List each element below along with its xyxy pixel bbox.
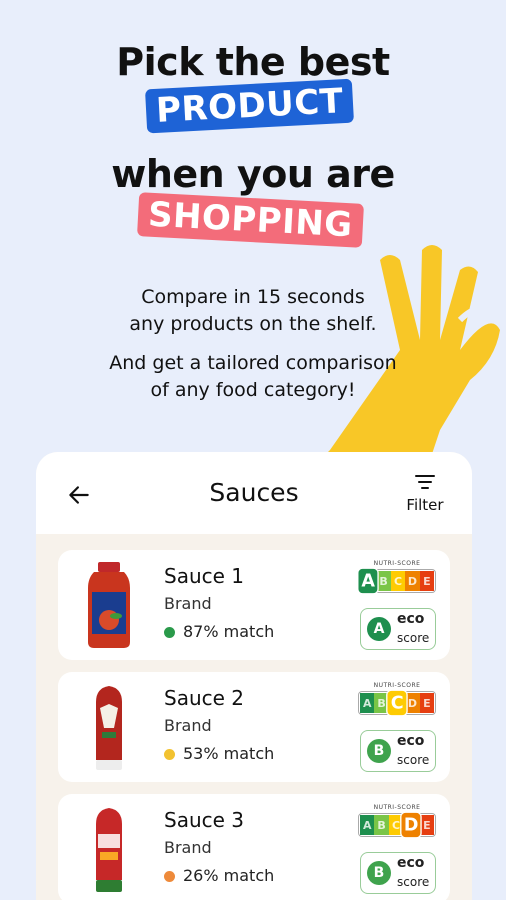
product-brand: Brand: [164, 838, 212, 857]
eco-grade: A: [367, 617, 391, 641]
card-header: Sauces Filter: [36, 452, 472, 534]
hero-sub-2: any products on the shelf.: [129, 313, 377, 335]
filter-label: Filter: [406, 496, 444, 514]
product-row[interactable]: Sauce 3 Brand 26% match NUTRI-SCORE A B …: [58, 794, 450, 900]
hero-line-2: when you are: [111, 152, 395, 196]
nutri-letter-b: B: [374, 815, 389, 835]
match-text: 26% match: [183, 866, 275, 885]
hero-sub-4: of any food category!: [150, 379, 356, 401]
match-score: 87% match: [164, 622, 274, 641]
eco-label-score: score: [397, 753, 430, 767]
eco-score: B eco score: [360, 852, 436, 894]
nutri-score: NUTRI-SCORE A B C D E: [357, 560, 436, 596]
product-brand: Brand: [164, 594, 212, 613]
match-text: 87% match: [183, 622, 275, 641]
hero-line-1: Pick the best: [116, 40, 390, 84]
product-name: Sauce 1: [164, 564, 245, 588]
nutri-letter-c: C: [390, 571, 406, 591]
nutri-letter-a: A: [357, 567, 380, 595]
nutri-letter-d: D: [405, 571, 420, 591]
product-row[interactable]: Sauce 1 Brand 87% match NUTRI-SCORE A B …: [58, 550, 450, 660]
eco-label: eco: [397, 611, 425, 627]
match-text: 53% match: [183, 744, 275, 763]
product-name: Sauce 2: [164, 686, 245, 710]
eco-score: B eco score: [360, 730, 436, 772]
eco-grade: B: [367, 861, 391, 885]
match-dot: [164, 749, 175, 760]
sauces-card: Sauces Filter Sauce 1 Brand 87% match NU…: [36, 452, 472, 900]
product-brand: Brand: [164, 716, 212, 735]
nutri-letter-e: E: [419, 571, 435, 591]
nutri-score: NUTRI-SCORE A B C D E: [358, 682, 436, 718]
nutri-score-label: NUTRI-SCORE: [373, 682, 421, 689]
nutri-score-label: NUTRI-SCORE: [373, 560, 421, 567]
match-dot: [164, 627, 175, 638]
nutri-letter-e: E: [419, 815, 435, 835]
hero-sub-3: And get a tailored comparison: [109, 352, 397, 374]
nutri-letter-e: E: [419, 693, 435, 713]
filter-button[interactable]: Filter: [400, 474, 450, 522]
ketchup-bottle-image: [96, 808, 122, 892]
nutri-score-label: NUTRI-SCORE: [373, 804, 421, 811]
match-dot: [164, 871, 175, 882]
nutri-score: NUTRI-SCORE A B C D E: [358, 804, 436, 840]
nutri-letter-d: D: [400, 811, 423, 839]
nutri-letter-c: C: [385, 689, 409, 717]
hero-sub-1: Compare in 15 seconds: [141, 286, 365, 308]
filter-icon: [415, 475, 435, 489]
ketchup-bottle-image: [96, 686, 122, 770]
eco-label-score: score: [397, 875, 430, 889]
tag-product: PRODUCT: [144, 78, 355, 134]
eco-label: eco: [397, 733, 425, 749]
eco-grade: B: [367, 739, 391, 763]
hero-section: Pick the best PRODUCT when you are SHOPP…: [0, 0, 506, 460]
product-row[interactable]: Sauce 2 Brand 53% match NUTRI-SCORE A B …: [58, 672, 450, 782]
nutri-letter-a: A: [360, 693, 375, 713]
nutri-letter-a: A: [360, 815, 375, 835]
eco-label-score: score: [397, 631, 430, 645]
product-name: Sauce 3: [164, 808, 245, 832]
sauce-jar-image: [88, 562, 130, 648]
eco-score: A eco score: [360, 608, 436, 650]
match-score: 26% match: [164, 866, 274, 885]
hand-illustration: [320, 245, 500, 460]
eco-label: eco: [397, 855, 425, 871]
match-score: 53% match: [164, 744, 274, 763]
